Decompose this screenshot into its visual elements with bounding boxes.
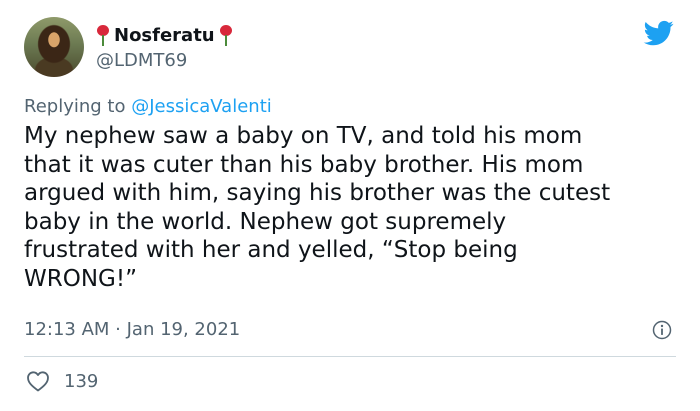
author-name-row[interactable]: Nosferatu: [96, 22, 233, 48]
twitter-bird-icon[interactable]: [642, 18, 676, 48]
like-action[interactable]: 139: [26, 370, 98, 392]
rose-icon: [219, 23, 233, 47]
rose-icon: [96, 23, 110, 47]
avatar[interactable]: [24, 17, 84, 77]
author-handle[interactable]: @LDMT69: [96, 50, 187, 71]
replying-to-label: Replying to: [24, 96, 132, 117]
reply-mention-link[interactable]: @JessicaValenti: [131, 96, 272, 117]
heart-icon[interactable]: [26, 370, 50, 392]
replying-to: Replying to @JessicaValenti: [24, 96, 272, 117]
tweet-timestamp[interactable]: 12:13 AM · Jan 19, 2021: [24, 319, 240, 340]
info-icon[interactable]: [652, 320, 672, 340]
divider: [24, 356, 676, 357]
tweet-text: My nephew saw a baby on TV, and told his…: [24, 123, 611, 292]
display-name[interactable]: Nosferatu: [114, 25, 215, 46]
like-count: 139: [64, 370, 99, 392]
